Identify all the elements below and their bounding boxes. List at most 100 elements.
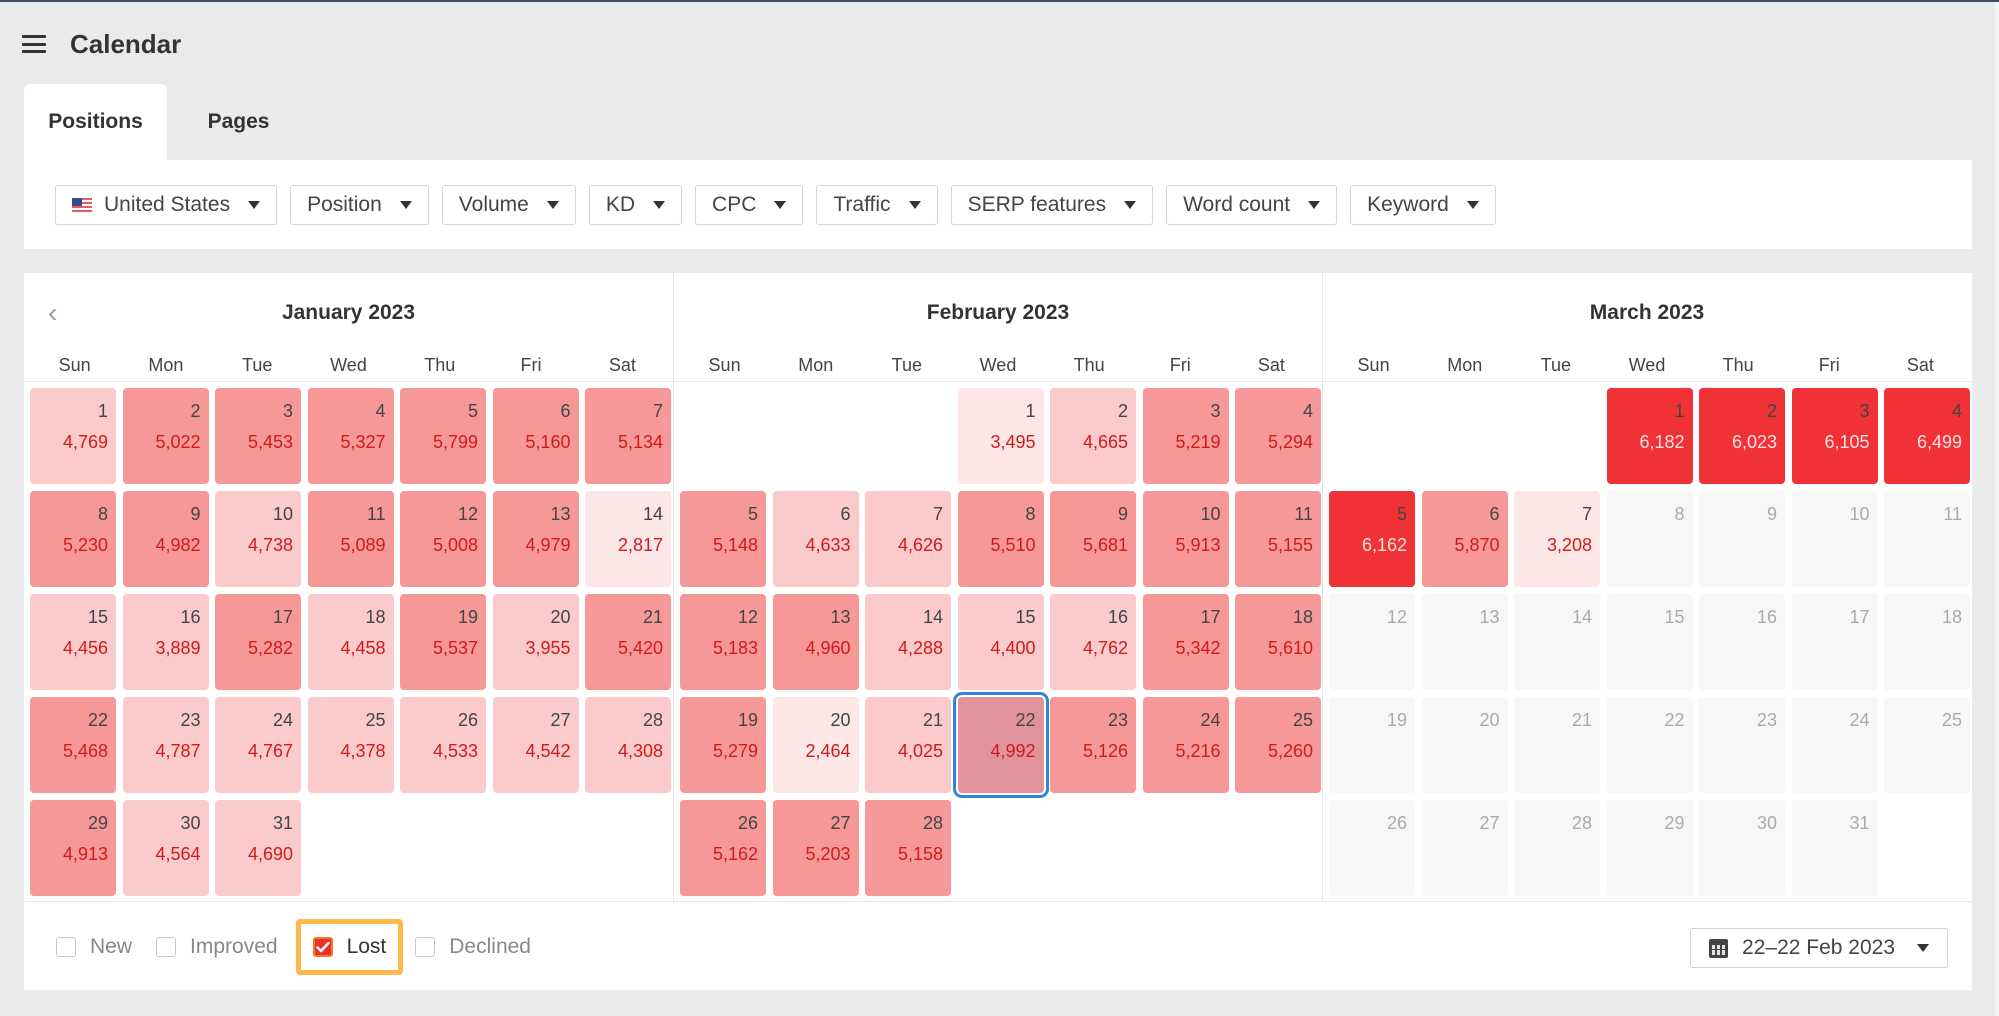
day-number: 20: [1479, 710, 1500, 730]
day-cell[interactable]: 25 5,260: [1235, 697, 1321, 793]
checkbox-new[interactable]: New: [50, 919, 138, 975]
lost-keywords-count: 5,537: [432, 638, 478, 658]
day-cell[interactable]: 1 3,495: [957, 388, 1044, 484]
day-cell[interactable]: 29 4,913: [30, 800, 116, 896]
day-cell[interactable]: 11 5,089: [307, 491, 394, 587]
day-cell[interactable]: 27 4,542: [492, 697, 579, 793]
day-cell[interactable]: 22 5,468: [30, 697, 116, 793]
day-cell[interactable]: 5 5,799: [400, 388, 486, 484]
filter-country-dropdown[interactable]: United States: [55, 185, 278, 225]
day-cell[interactable]: 6 5,870: [1421, 491, 1508, 587]
day-cell[interactable]: 26 4,533: [400, 697, 486, 793]
day-cell[interactable]: 22 4,992: [952, 692, 1049, 798]
day-cell[interactable]: 15 4,456: [30, 594, 116, 690]
day-cell[interactable]: 13 4,979: [492, 491, 579, 587]
day-cell[interactable]: 2 5,022: [122, 388, 209, 484]
day-cell[interactable]: 7 5,134: [585, 388, 671, 484]
day-cell[interactable]: 18 5,610: [1235, 594, 1321, 690]
day-cell[interactable]: 16 4,762: [1050, 594, 1136, 690]
day-cell[interactable]: 3 5,219: [1142, 388, 1229, 484]
checkbox-icon[interactable]: [156, 937, 177, 957]
checkbox-lost[interactable]: Lost: [295, 919, 404, 975]
filter-word-count-dropdown[interactable]: Word count: [1166, 185, 1338, 225]
day-cell: 16: [1699, 594, 1785, 690]
day-cell[interactable]: 18 4,458: [307, 594, 394, 690]
day-number: 22: [1664, 710, 1685, 730]
day-cell[interactable]: 21 4,025: [865, 697, 951, 793]
day-cell[interactable]: 1 4,769: [30, 388, 116, 484]
filter-serp-features-dropdown[interactable]: SERP features: [950, 185, 1154, 225]
day-cell[interactable]: 17 5,342: [1142, 594, 1229, 690]
day-cell[interactable]: 8 5,510: [957, 491, 1044, 587]
day-cell[interactable]: 4 6,499: [1884, 388, 1970, 484]
day-cell[interactable]: 28 5,158: [865, 800, 951, 896]
day-cell[interactable]: 14 4,288: [865, 594, 951, 690]
filter-kd-dropdown[interactable]: KD: [588, 185, 683, 225]
tab-pages[interactable]: Pages: [167, 84, 310, 160]
filter-cpc-dropdown[interactable]: CPC: [695, 185, 804, 225]
day-cell[interactable]: 23 4,787: [122, 697, 209, 793]
day-number: 24: [1849, 710, 1870, 730]
day-cell[interactable]: 17 5,282: [215, 594, 301, 690]
day-cell: 22: [1606, 697, 1693, 793]
day-cell[interactable]: 7 3,208: [1514, 491, 1600, 587]
day-cell[interactable]: 1 6,182: [1606, 388, 1693, 484]
tab-positions[interactable]: Positions: [24, 84, 167, 160]
day-cell[interactable]: 4 5,327: [307, 388, 394, 484]
checkbox-declined[interactable]: Declined: [409, 919, 537, 975]
filter-position-dropdown[interactable]: Position: [290, 185, 429, 225]
day-cell[interactable]: 12 5,183: [680, 594, 766, 690]
day-cell[interactable]: 2 6,023: [1699, 388, 1785, 484]
day-cell[interactable]: 26 5,162: [680, 800, 766, 896]
checkmark-icon[interactable]: [312, 937, 333, 957]
day-cell[interactable]: 24 5,216: [1142, 697, 1229, 793]
day-cell[interactable]: 28 4,308: [585, 697, 671, 793]
day-cell[interactable]: 30 4,564: [122, 800, 209, 896]
day-cell[interactable]: 21 5,420: [585, 594, 671, 690]
day-cell[interactable]: 25 4,378: [307, 697, 394, 793]
day-cell[interactable]: 19 5,279: [680, 697, 766, 793]
day-number: 25: [365, 710, 386, 730]
day-cell[interactable]: 2 4,665: [1050, 388, 1136, 484]
day-cell[interactable]: 27 5,203: [772, 800, 859, 896]
day-cell[interactable]: 6 4,633: [772, 491, 859, 587]
day-cell[interactable]: 23 5,126: [1050, 697, 1136, 793]
day-number: 27: [1479, 813, 1500, 833]
day-cell[interactable]: 5 6,162: [1329, 491, 1415, 587]
day-number: 12: [457, 504, 478, 524]
day-cell[interactable]: 19 5,537: [400, 594, 486, 690]
day-cell[interactable]: 20 3,955: [492, 594, 579, 690]
day-cell[interactable]: 10 4,738: [215, 491, 301, 587]
scrollbar-track[interactable]: [1995, 2, 1999, 1016]
checkbox-icon[interactable]: [56, 937, 76, 957]
day-cell[interactable]: 3 5,453: [215, 388, 301, 484]
day-cell[interactable]: 20 2,464: [772, 697, 859, 793]
day-cell[interactable]: 8 5,230: [30, 491, 116, 587]
day-cell[interactable]: 9 4,982: [122, 491, 209, 587]
day-cell[interactable]: 12 5,008: [400, 491, 486, 587]
day-cell[interactable]: 4 5,294: [1235, 388, 1321, 484]
day-cell[interactable]: 16 3,889: [122, 594, 209, 690]
checkbox-improved[interactable]: Improved: [150, 919, 284, 975]
day-cell[interactable]: 31 4,690: [215, 800, 301, 896]
day-cell[interactable]: 5 5,148: [680, 491, 766, 587]
day-cell[interactable]: 11 5,155: [1235, 491, 1321, 587]
day-number: 6: [560, 401, 571, 421]
day-cell[interactable]: 3 6,105: [1791, 388, 1878, 484]
day-cell[interactable]: 24 4,767: [215, 697, 301, 793]
day-cell[interactable]: 7 4,626: [865, 491, 951, 587]
day-cell[interactable]: 10 5,913: [1142, 491, 1229, 587]
day-cell[interactable]: 15 4,400: [957, 594, 1044, 690]
hamburger-menu-icon[interactable]: [22, 35, 46, 53]
day-cell[interactable]: 14 2,817: [585, 491, 671, 587]
day-cell[interactable]: 13 4,960: [772, 594, 859, 690]
day-cell[interactable]: 9 5,681: [1050, 491, 1136, 587]
filter-volume-dropdown[interactable]: Volume: [441, 185, 576, 225]
day-number: 3: [1210, 401, 1221, 421]
day-cell[interactable]: 6 5,160: [492, 388, 579, 484]
filter-traffic-dropdown[interactable]: Traffic: [816, 185, 938, 225]
day-number: 20: [550, 607, 571, 627]
filter-keyword-dropdown[interactable]: Keyword: [1350, 185, 1496, 225]
checkbox-icon[interactable]: [415, 937, 436, 957]
date-range-picker[interactable]: 22–22 Feb 2023: [1690, 928, 1948, 968]
